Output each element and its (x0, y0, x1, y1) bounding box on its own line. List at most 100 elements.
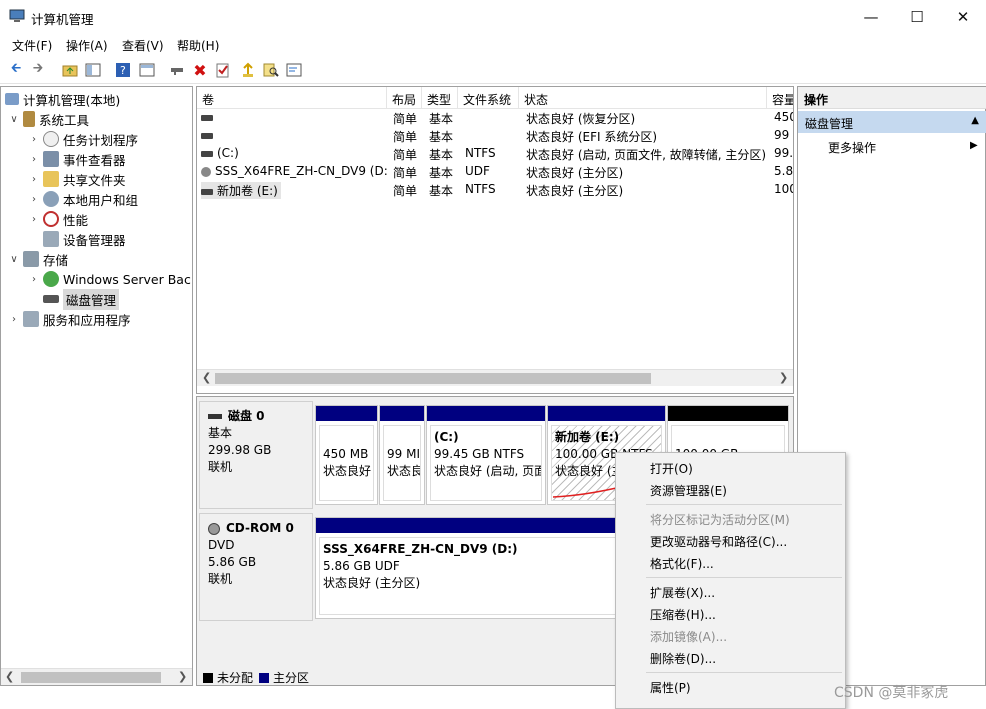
app-icon (9, 9, 25, 23)
tools-icon (23, 111, 35, 127)
tree-services-apps[interactable]: › 服务和应用程序 (7, 309, 131, 329)
tree-storage[interactable]: ∨ 存储 (7, 249, 68, 269)
navigation-tree: 计算机管理(本地) ∨ 系统工具 › 任务计划程序 › 事件查看器 › 共享文件… (0, 86, 193, 686)
table-row[interactable]: 简单 基本 状态良好 (恢复分区) 450 (197, 109, 793, 127)
tree-root[interactable]: 计算机管理(本地) (5, 89, 120, 109)
drive-icon (201, 114, 213, 121)
menu-item-explorer[interactable]: 资源管理器(E) (650, 482, 727, 499)
watermark: CSDN @莫非冢虎 (834, 685, 949, 701)
tree-system-tools[interactable]: ∨ 系统工具 (7, 109, 89, 129)
scroll-left-icon[interactable]: ❮ (5, 670, 14, 683)
menu-item-format[interactable]: 格式化(F)... (650, 555, 714, 572)
console-icon[interactable] (284, 60, 304, 80)
more-actions-item[interactable]: 更多操作 (828, 139, 876, 156)
chevron-down-icon[interactable]: ∨ (7, 114, 21, 125)
window-title: 计算机管理 (31, 12, 94, 27)
title-bar: 计算机管理 — ☐ ✕ (0, 0, 986, 34)
tree-device-manager[interactable]: 设备管理器 (27, 229, 126, 249)
scroll-thumb[interactable] (21, 672, 161, 683)
column-header-filesystem[interactable]: 文件系统 (458, 87, 519, 109)
services-icon (23, 311, 39, 327)
toolbar: 🡰 🡲 ? ✖ (0, 57, 986, 84)
column-header-type[interactable]: 类型 (422, 87, 458, 109)
chevron-down-icon[interactable]: ∨ (7, 254, 21, 265)
menu-item-mark-active[interactable]: 将分区标记为活动分区(M) (650, 511, 790, 528)
chevron-right-icon[interactable]: › (27, 154, 41, 165)
menu-view[interactable]: 查看(V) (122, 37, 164, 54)
tree-windows-backup[interactable]: › Windows Server Back (27, 269, 192, 289)
close-button[interactable]: ✕ (940, 0, 986, 34)
menu-action[interactable]: 操作(A) (66, 37, 108, 54)
menu-file[interactable]: 文件(F) (12, 37, 52, 54)
storage-icon (23, 251, 39, 267)
forward-arrow-icon[interactable]: 🡲 (28, 60, 48, 80)
device-manager-icon (43, 231, 59, 247)
menu-item-extend-volume[interactable]: 扩展卷(X)... (650, 584, 715, 601)
help-icon[interactable]: ? (113, 60, 133, 80)
column-header-layout[interactable]: 布局 (387, 87, 422, 109)
volume-list-horizontal-scrollbar[interactable]: ❮ ❯ (197, 369, 793, 386)
users-icon (43, 191, 59, 207)
collapse-up-icon[interactable]: ▲ (971, 115, 979, 126)
menu-item-add-mirror[interactable]: 添加镜像(A)... (650, 628, 727, 645)
tree-horizontal-scrollbar[interactable]: ❮ ❯ (1, 668, 192, 685)
partition-c[interactable]: (C:) 99.45 GB NTFS 状态良好 (启动, 页面 (426, 405, 546, 505)
table-row[interactable]: 新加卷 (E:) 简单 基本 NTFS 状态良好 (主分区) 100 (197, 181, 793, 199)
menu-separator (646, 577, 842, 578)
scroll-thumb[interactable] (215, 373, 651, 384)
partition-recovery[interactable]: 450 MB 状态良好 (315, 405, 378, 505)
drive-icon (201, 150, 213, 157)
menu-item-shrink-volume[interactable]: 压缩卷(H)... (650, 606, 716, 623)
back-arrow-icon[interactable]: 🡰 (6, 60, 26, 80)
column-header-capacity[interactable]: 容量 (767, 87, 793, 109)
check-icon[interactable] (213, 60, 233, 80)
table-row[interactable]: 简单 基本 状态良好 (EFI 系统分区) 99 (197, 127, 793, 145)
backup-icon (43, 271, 59, 287)
cdrom-0-info[interactable]: CD-ROM 0 DVD 5.86 GB 联机 (199, 513, 313, 621)
menu-help[interactable]: 帮助(H) (177, 37, 219, 54)
disk-0-info[interactable]: 磁盘 0 基本 299.98 GB 联机 (199, 401, 313, 509)
chevron-right-icon[interactable]: › (27, 274, 41, 285)
menu-separator (646, 504, 842, 505)
drive-icon (201, 188, 213, 195)
export-icon[interactable] (238, 60, 258, 80)
cd-drive-icon (201, 166, 211, 177)
menu-item-open[interactable]: 打开(O) (650, 460, 693, 477)
table-row[interactable]: (C:) 简单 基本 NTFS 状态良好 (启动, 页面文件, 故障转储, 主分… (197, 145, 793, 163)
performance-icon (43, 211, 59, 227)
tree-event-viewer[interactable]: › 事件查看器 (27, 149, 126, 169)
tree-task-scheduler[interactable]: › 任务计划程序 (27, 129, 138, 149)
actions-section-disk-management[interactable]: 磁盘管理 ▲ (798, 111, 986, 133)
show-hide-tree-icon[interactable] (83, 60, 103, 80)
svg-text:?: ? (120, 64, 126, 77)
connect-icon[interactable] (167, 60, 187, 80)
maximize-button[interactable]: ☐ (894, 0, 940, 34)
scroll-right-icon[interactable]: ❯ (779, 371, 788, 384)
scroll-right-icon[interactable]: ❯ (178, 670, 187, 683)
clock-icon (43, 131, 59, 147)
up-folder-icon[interactable] (60, 60, 80, 80)
tree-disk-management[interactable]: 磁盘管理 (27, 288, 120, 310)
chevron-right-icon[interactable]: › (7, 314, 21, 325)
chevron-right-icon[interactable]: › (27, 214, 41, 225)
scroll-left-icon[interactable]: ❮ (202, 371, 211, 384)
search-icon[interactable] (261, 60, 281, 80)
chevron-right-icon[interactable]: › (27, 134, 41, 145)
tree-shared-folders[interactable]: › 共享文件夹 (27, 169, 126, 189)
menu-item-delete-volume[interactable]: 删除卷(D)... (650, 650, 716, 667)
minimize-button[interactable]: — (848, 0, 894, 34)
table-row[interactable]: SSS_X64FRE_ZH-CN_DV9 (D:) 简单 基本 UDF 状态良好… (197, 163, 793, 181)
properties-icon[interactable] (137, 60, 157, 80)
column-header-volume[interactable]: 卷 (197, 87, 387, 109)
chevron-right-icon[interactable]: › (27, 194, 41, 205)
partition-efi[interactable]: 99 MI 状态良 (379, 405, 425, 505)
column-header-status[interactable]: 状态 (519, 87, 767, 109)
tree-performance[interactable]: › 性能 (27, 209, 88, 229)
chevron-right-icon[interactable]: › (27, 174, 41, 185)
event-viewer-icon (43, 151, 59, 167)
menu-item-properties[interactable]: 属性(P) (650, 679, 691, 696)
menu-item-change-drive-letter[interactable]: 更改驱动器号和路径(C)... (650, 533, 787, 550)
delete-icon[interactable]: ✖ (190, 60, 210, 80)
unallocated-swatch (203, 672, 213, 683)
tree-local-users[interactable]: › 本地用户和组 (27, 189, 138, 209)
